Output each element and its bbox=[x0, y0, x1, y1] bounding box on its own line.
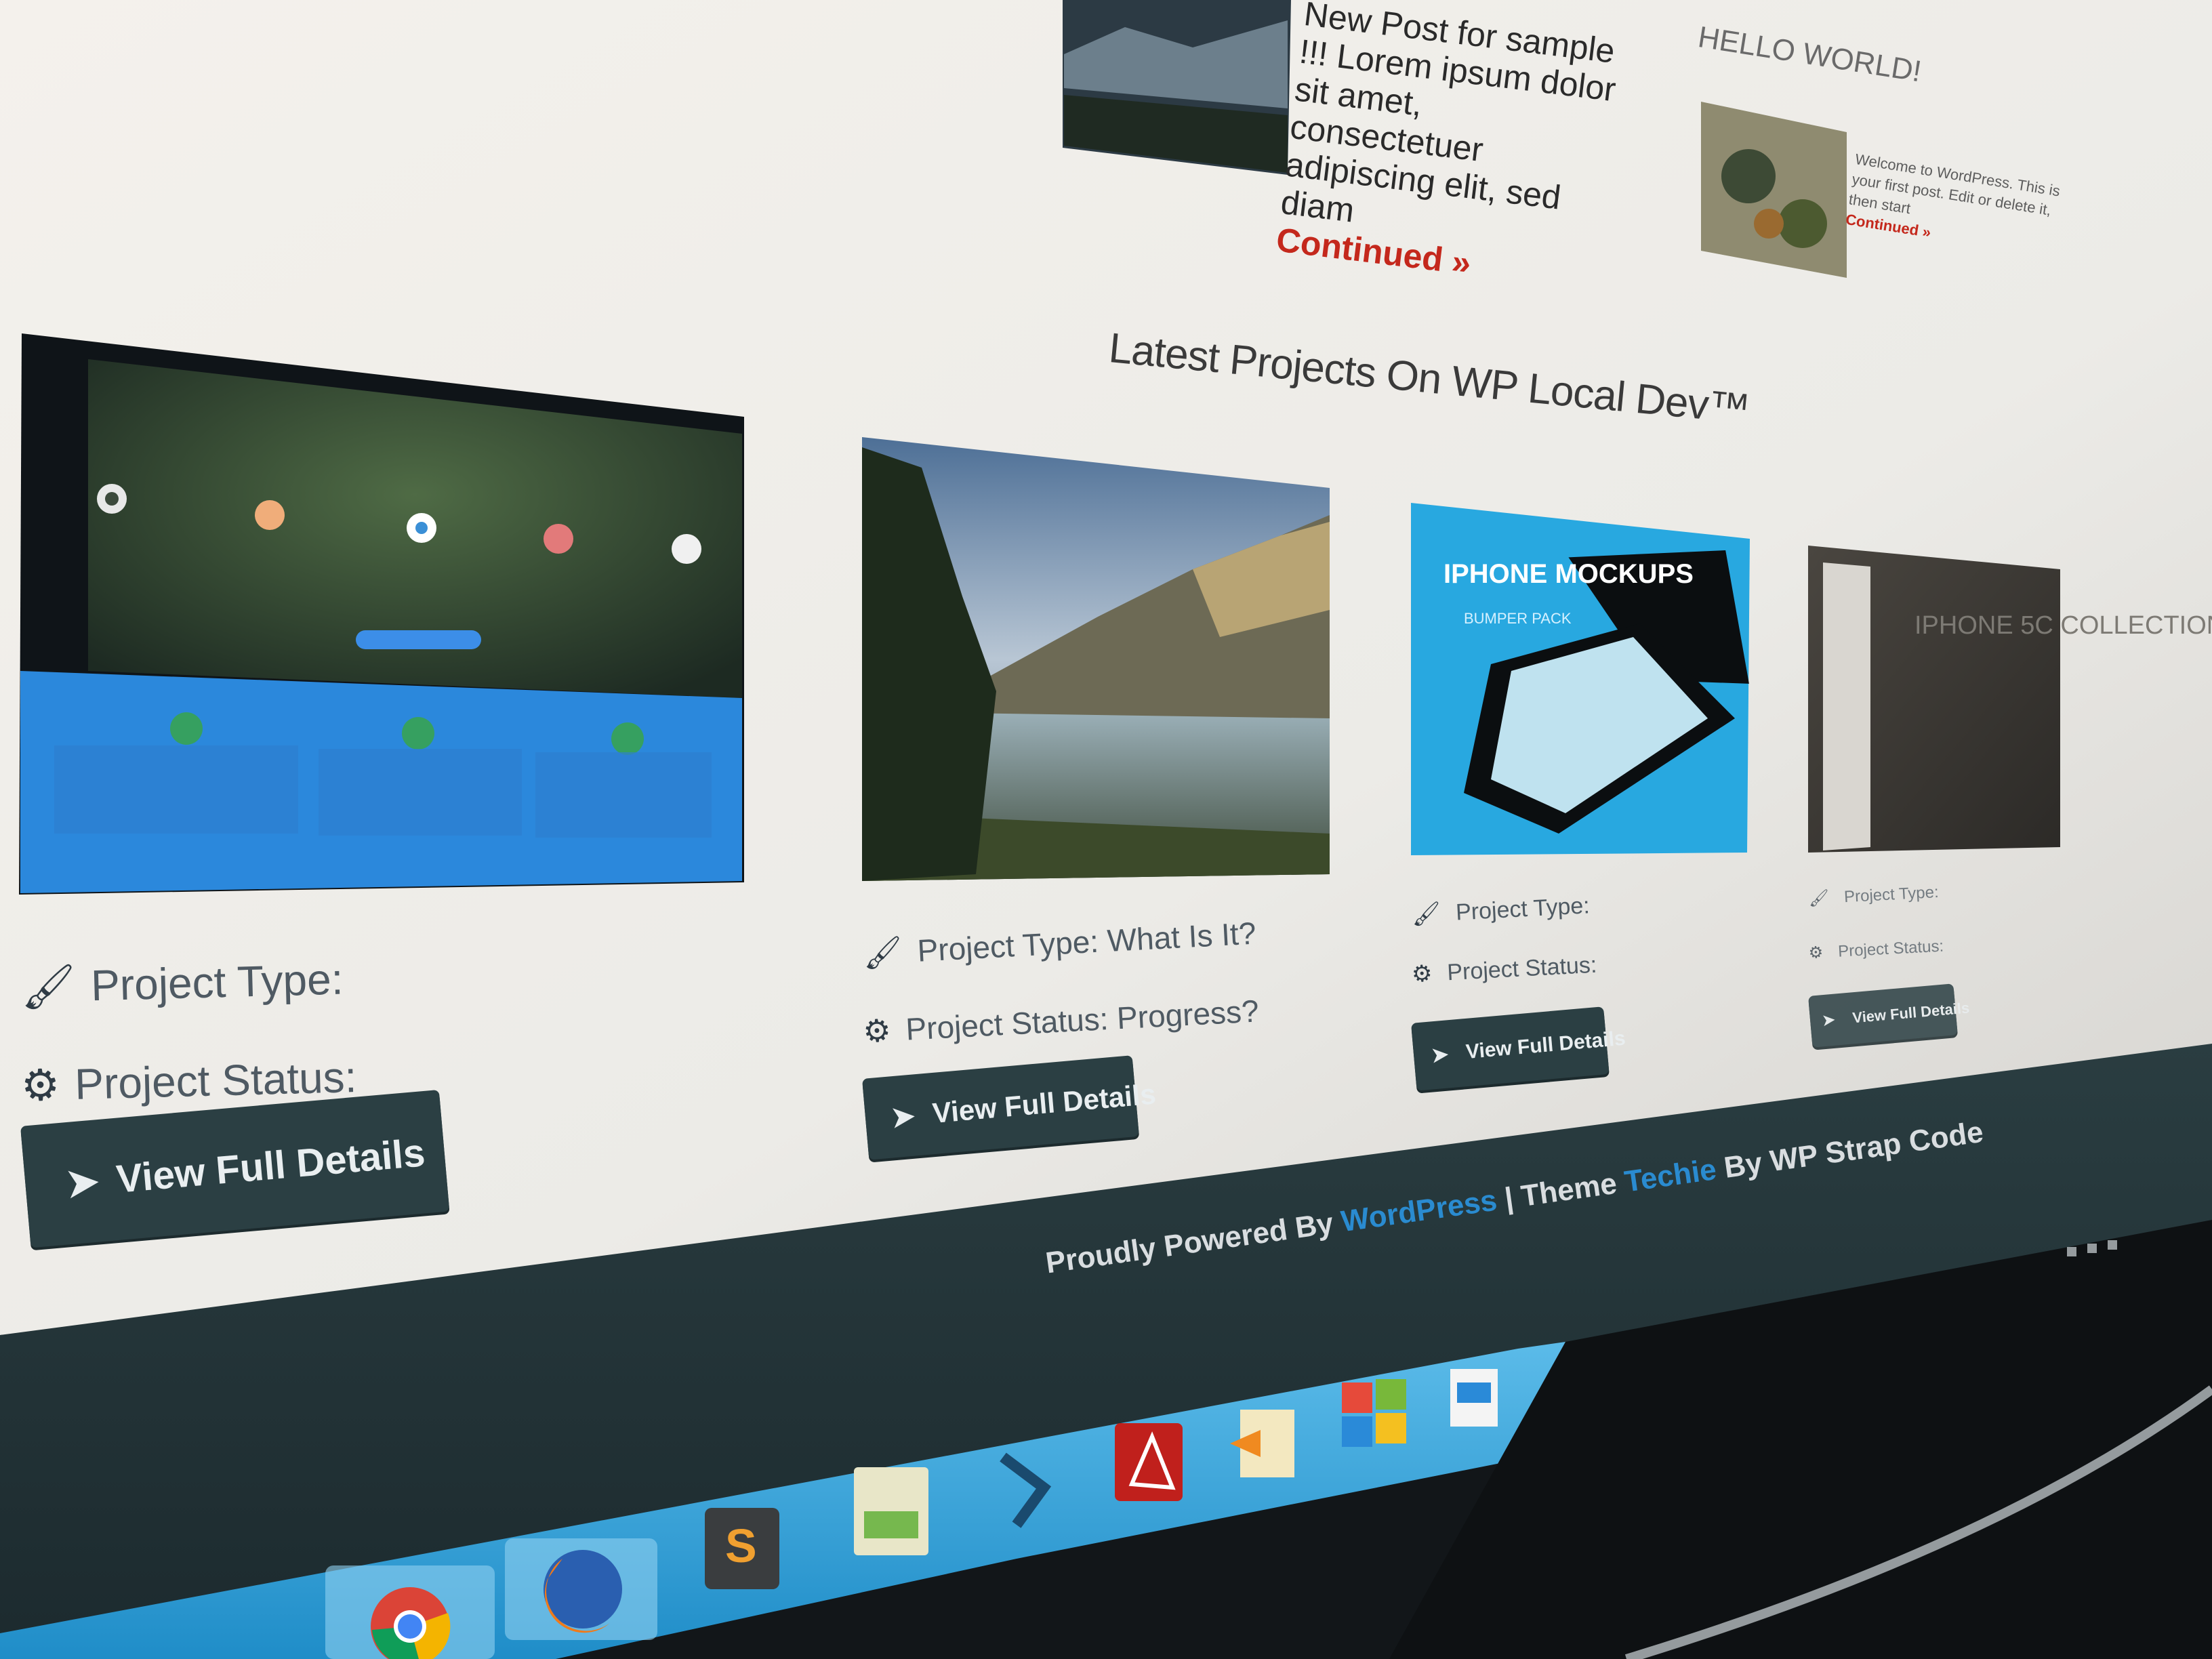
navigation-arrow-icon: ➤ bbox=[64, 1159, 101, 1206]
sidebar-post-image bbox=[1701, 102, 1847, 278]
top-post-text: New Post for sample !!! Lorem ipsum dolo… bbox=[1279, 0, 1618, 230]
gears-icon: ⚙ bbox=[862, 1012, 892, 1049]
paintbrush-icon: 🖌 bbox=[1411, 900, 1442, 928]
project-2-button-label: View Full Details bbox=[930, 1078, 1158, 1130]
top-post-excerpt: New Post for sample !!! Lorem ipsum dolo… bbox=[1274, 0, 1629, 298]
notepad-icon bbox=[854, 1467, 928, 1555]
gears-icon: ⚙ bbox=[1411, 960, 1433, 987]
photo-scene: IPHONE MOCKUPS BUMPER PACK IPHONE 5C COL… bbox=[0, 0, 2212, 1659]
project-3-button-label: View Full Details bbox=[1465, 1027, 1626, 1064]
project-3-thumbnail: IPHONE MOCKUPS BUMPER PACK bbox=[1411, 503, 1750, 855]
gears-icon: ⚙ bbox=[20, 1060, 61, 1110]
sublime-text-icon: S bbox=[705, 1508, 779, 1589]
document-icon bbox=[1450, 1369, 1498, 1427]
top-post-thumbnail bbox=[1063, 0, 1291, 175]
svg-text:S: S bbox=[725, 1519, 757, 1572]
project-3-thumb-subtitle: BUMPER PACK bbox=[1464, 610, 1572, 627]
navigation-arrow-icon: ➤ bbox=[890, 1099, 917, 1133]
project-1-type: 🖌 Project Type: bbox=[20, 954, 344, 1013]
project-1-thumbnail bbox=[19, 333, 744, 895]
acrobat-icon bbox=[1115, 1423, 1183, 1501]
chrome-icon bbox=[325, 1565, 495, 1659]
project-2-thumbnail bbox=[862, 437, 1330, 881]
project-1-button-label: View Full Details bbox=[115, 1130, 427, 1202]
navigation-arrow-icon: ➤ bbox=[1822, 1010, 1836, 1029]
project-4-button-label: View Full Details bbox=[1851, 999, 1971, 1027]
paintbrush-icon: 🖌 bbox=[862, 933, 904, 971]
gears-icon: ⚙ bbox=[1808, 943, 1824, 962]
paintbrush-icon: 🖌 bbox=[1808, 888, 1830, 908]
project-1-type-label: Project Type: bbox=[90, 954, 344, 1010]
monitor-screen: IPHONE MOCKUPS BUMPER PACK IPHONE 5C COL… bbox=[0, 0, 2212, 1659]
project-3-thumb-title: IPHONE MOCKUPS bbox=[1443, 559, 1694, 589]
navigation-arrow-icon: ➤ bbox=[1430, 1042, 1450, 1067]
firefox-icon bbox=[505, 1538, 657, 1640]
paintbrush-icon: 🖌 bbox=[20, 961, 77, 1012]
project-4-thumb-title: IPHONE 5C COLLECTION bbox=[1914, 611, 2212, 640]
